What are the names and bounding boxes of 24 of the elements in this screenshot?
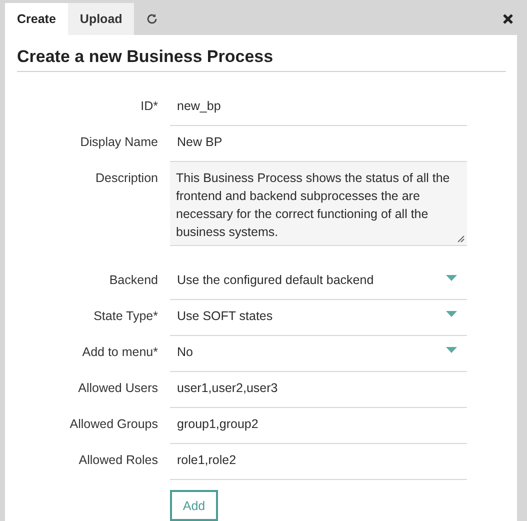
field-label: Add to menu* [81, 344, 159, 359]
field-label: Description [94, 170, 159, 185]
field-label: Backend [108, 272, 159, 287]
select-field[interactable]: Use SOFT states [170, 300, 467, 336]
tab[interactable]: Create [5, 3, 68, 35]
input-field[interactable]: new_bp [170, 90, 467, 126]
resize-handle-icon[interactable] [457, 235, 465, 243]
field-label: Allowed Groups [68, 416, 159, 431]
dropdown-arrow-icon [446, 275, 457, 282]
field-label: State Type* [92, 308, 159, 323]
field-label: Allowed Users [77, 380, 159, 395]
field-label: Display Name [79, 134, 159, 149]
input-field[interactable]: role1,role2 [170, 444, 467, 480]
field-label: Allowed Roles [78, 452, 159, 467]
input-field[interactable]: user1,user2,user3 [170, 372, 467, 408]
tab[interactable]: Upload [68, 3, 134, 35]
input-field[interactable]: group1,group2 [170, 408, 467, 444]
dropdown-arrow-icon [446, 347, 457, 354]
select-field[interactable]: No [170, 336, 467, 372]
field-label: ID* [140, 98, 159, 113]
select-field[interactable]: Use the configured default backend [170, 264, 467, 300]
textarea-field[interactable]: This Business Process shows the status of all the frontend and backend subprocesses the are necessary for the correct functioning of all the business systems. [170, 162, 467, 246]
dropdown-arrow-icon [446, 311, 457, 318]
form-heading: Create a new Business Process [17, 47, 506, 72]
